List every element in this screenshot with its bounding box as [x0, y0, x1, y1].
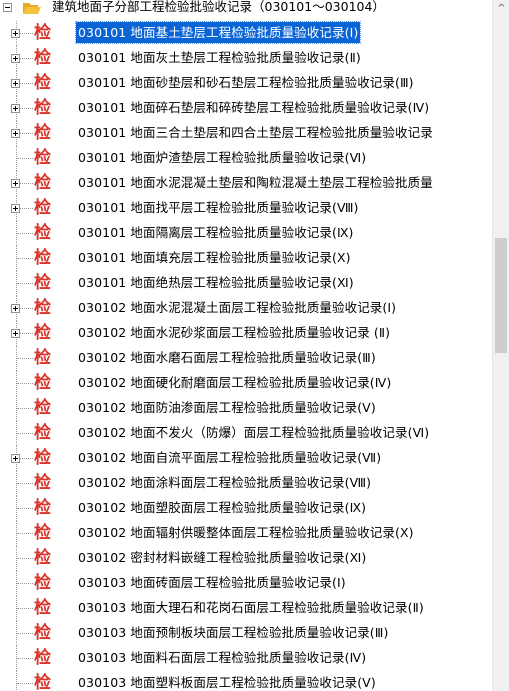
tree-line — [17, 583, 33, 584]
tree-item-label[interactable]: 030101 地面水泥混凝土垫层和陶粒混凝土垫层工程检验批质量 — [76, 172, 435, 193]
expand-toggle-icon[interactable] — [11, 304, 20, 313]
inspection-record-icon: 检 — [34, 48, 51, 68]
expand-toggle-icon[interactable] — [11, 29, 20, 38]
inspection-record-icon: 检 — [34, 598, 51, 618]
tree-root-label: 建筑地面子分部工程检验批验收记录（030101～030104） — [52, 0, 385, 14]
expand-toggle-icon[interactable] — [11, 54, 20, 63]
tree-item-label[interactable]: 030101 地面绝热层工程检验批质量验收记录(Ⅺ) — [76, 272, 356, 293]
tree-item-label[interactable]: 030103 地面塑料板面层工程检验批质量验收记录(Ⅴ) — [76, 672, 378, 691]
tree-item-label[interactable]: 030103 地面砖面层工程检验批质量验收记录(Ⅰ) — [76, 572, 348, 593]
inspection-record-icon: 检 — [34, 273, 51, 293]
tree-item-label[interactable]: 030101 地面隔离层工程检验批质量验收记录(Ⅸ) — [76, 222, 356, 243]
tree-line — [17, 608, 33, 609]
tree-view[interactable]: 建筑地面子分部工程检验批验收记录（030101～030104） 检 030101 … — [0, 0, 492, 691]
inspection-record-icon: 检 — [34, 198, 51, 218]
expand-toggle-icon[interactable] — [11, 454, 20, 463]
tree-item-label[interactable]: 030102 地面硬化耐磨面层工程检验批质量验收记录(Ⅳ) — [76, 372, 393, 393]
inspection-record-icon: 检 — [34, 648, 51, 668]
expand-toggle-icon[interactable] — [11, 179, 20, 188]
tree-line — [17, 683, 33, 684]
tree-line — [17, 258, 33, 259]
tree-item-label[interactable]: 030101 地面填充层工程检验批质量验收记录(Ⅹ) — [76, 247, 353, 268]
inspection-record-icon: 检 — [34, 298, 51, 318]
tree-line — [17, 633, 33, 634]
inspection-record-icon: 检 — [34, 373, 51, 393]
tree-line — [17, 433, 33, 434]
inspection-record-icon: 检 — [34, 523, 51, 543]
inspection-record-icon: 检 — [34, 498, 51, 518]
tree-item-label[interactable]: 030103 地面大理石和花岗石面层工程检验批质量验收记录(Ⅱ) — [76, 597, 426, 618]
tree-line — [17, 233, 33, 234]
tree-line — [17, 533, 33, 534]
tree-item-label[interactable]: 030101 地面找平层工程检验批质量验收记录(Ⅷ) — [76, 197, 361, 218]
expand-toggle-icon[interactable] — [11, 204, 20, 213]
inspection-record-icon: 检 — [34, 423, 51, 443]
tree-line — [17, 658, 33, 659]
tree-item-label[interactable]: 030101 地面碎石垫层和碎砖垫层工程检验批质量验收记录(Ⅳ) — [76, 97, 431, 118]
inspection-record-icon: 检 — [34, 623, 51, 643]
tree-item-label[interactable]: 030101 地面砂垫层和砂石垫层工程检验批质量验收记录(Ⅲ) — [76, 72, 416, 93]
tree-item-label[interactable]: 030102 地面防油渗面层工程检验批质量验收记录(Ⅴ) — [76, 397, 378, 418]
inspection-record-icon: 检 — [34, 448, 51, 468]
tree-item-label[interactable]: 030102 密封材料嵌缝工程检验批质量验收记录(Ⅺ) — [76, 547, 368, 568]
tree-item-label[interactable]: 030102 地面辐射供暖整体面层工程检验批质量验收记录(Ⅹ) — [76, 522, 416, 543]
tree-item-label[interactable]: 030102 地面水泥混凝土面层工程检验批质量验收记录(Ⅰ) — [76, 297, 398, 318]
inspection-record-icon: 检 — [34, 23, 51, 43]
tree-item-label[interactable]: 030102 地面塑胶面层工程检验批质量验收记录(Ⅸ) — [76, 497, 368, 518]
tree-item-label[interactable]: 030102 地面水泥砂浆面层工程检验批质量验收记录 (Ⅱ) — [76, 322, 392, 343]
tree-item-label[interactable]: 030102 地面自流平面层工程检验批质量验收记录(Ⅶ) — [76, 447, 383, 468]
inspection-record-icon: 检 — [34, 248, 51, 268]
inspection-record-icon: 检 — [34, 148, 51, 168]
tree-item-label[interactable]: 030101 地面基土垫层工程检验批质量验收记录(Ⅰ) — [74, 21, 362, 44]
collapse-toggle-icon[interactable] — [3, 3, 12, 12]
inspection-record-icon: 检 — [34, 73, 51, 93]
inspection-record-icon: 检 — [34, 98, 51, 118]
tree-line — [17, 383, 33, 384]
tree-line — [17, 158, 33, 159]
folder-open-icon — [23, 3, 41, 14]
inspection-record-icon: 检 — [34, 673, 51, 691]
inspection-record-icon: 检 — [34, 348, 51, 368]
vertical-scrollbar[interactable]: ^ — [492, 0, 509, 691]
tree-item-label[interactable]: 030102 地面水磨石面层工程检验批质量验收记录(Ⅲ) — [76, 347, 378, 368]
inspection-record-icon: 检 — [34, 123, 51, 143]
inspection-record-icon: 检 — [34, 323, 51, 343]
tree-item-label[interactable]: 030103 地面预制板块面层工程检验批质量验收记录(Ⅲ) — [76, 622, 390, 643]
inspection-record-icon: 检 — [34, 173, 51, 193]
tree-item-label[interactable]: 030101 地面炉渣垫层工程检验批质量验收记录(Ⅵ) — [76, 147, 368, 168]
scroll-thumb[interactable] — [495, 238, 507, 353]
tree-line — [17, 558, 33, 559]
inspection-record-icon: 检 — [34, 398, 51, 418]
inspection-record-icon: 检 — [34, 573, 51, 593]
expand-toggle-icon[interactable] — [11, 129, 20, 138]
tree-line — [17, 358, 33, 359]
inspection-record-icon: 检 — [34, 473, 51, 493]
inspection-record-icon: 检 — [34, 548, 51, 568]
tree-line — [17, 483, 33, 484]
scroll-up-arrow-icon[interactable]: ^ — [493, 0, 509, 17]
tree-line — [16, 671, 17, 691]
expand-toggle-icon[interactable] — [11, 104, 20, 113]
tree-item-label[interactable]: 030101 地面三合土垫层和四合土垫层工程检验批质量验收记录 — [76, 122, 435, 143]
tree-line — [17, 283, 33, 284]
tree-line — [17, 408, 33, 409]
expand-toggle-icon[interactable] — [11, 79, 20, 88]
tree-item-label[interactable]: 030103 地面料石面层工程检验批质量验收记录(Ⅳ) — [76, 647, 368, 668]
tree-item-label[interactable]: 030102 地面不发火（防爆）面层工程检验批质量验收记录(Ⅵ) — [76, 422, 431, 443]
inspection-record-icon: 检 — [34, 223, 51, 243]
tree-item-label[interactable]: 030102 地面涂料面层工程检验批质量验收记录(Ⅷ) — [76, 472, 373, 493]
tree-item-label[interactable]: 030101 地面灰土垫层工程检验批质量验收记录(Ⅱ) — [76, 47, 363, 68]
tree-line — [17, 508, 33, 509]
expand-toggle-icon[interactable] — [11, 329, 20, 338]
